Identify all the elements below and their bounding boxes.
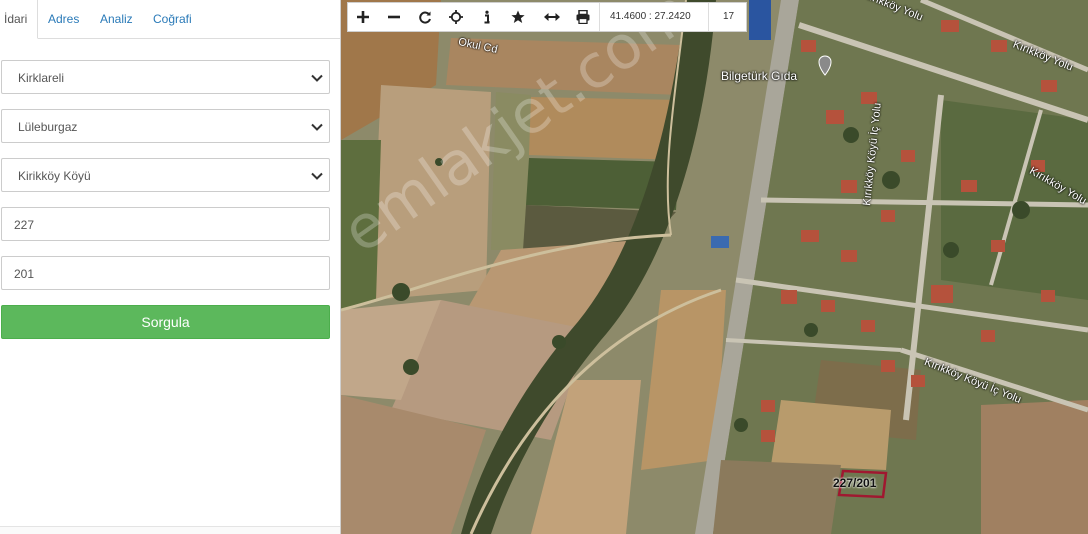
locate-icon (449, 10, 463, 24)
chevron-down-icon (311, 74, 323, 82)
query-button[interactable]: Sorgula (1, 305, 330, 339)
zoom-in-icon (357, 11, 369, 23)
chevron-down-icon (311, 172, 323, 180)
district-select[interactable]: Lüleburgaz (1, 109, 330, 143)
print-icon (576, 10, 590, 24)
tab-analiz[interactable]: Analiz (100, 0, 133, 39)
parcel-value: 201 (14, 267, 35, 281)
favorite-icon (511, 10, 525, 23)
district-value: Lüleburgaz (18, 120, 78, 134)
query-panel: İdari Adres Analiz Coğrafi Kirklareli Lü… (0, 0, 341, 534)
satellite-imagery (341, 0, 1088, 534)
parcel-label: 227/201 (833, 476, 877, 490)
zoom-out-button[interactable] (379, 3, 409, 31)
zoom-out-icon (388, 15, 400, 19)
map-toolbar: 41.4600 : 27.2420 17 (347, 2, 747, 32)
tab-idari[interactable]: İdari (0, 0, 38, 39)
parcel-input[interactable]: 201 (1, 256, 330, 290)
neighborhood-value: Kirikköy Köyü (18, 169, 91, 183)
refresh-icon (419, 11, 431, 24)
zoom-level: 17 (722, 11, 735, 22)
info-button[interactable] (472, 3, 502, 31)
map-view[interactable]: Okul Cd Kırıkköy Yolu Kırıkköy Yolu Kırı… (341, 0, 1088, 534)
coordinate-readout: 41.4600 : 27.2420 (599, 3, 709, 31)
block-input[interactable]: 227 (1, 207, 330, 241)
province-select[interactable]: Kirklareli (1, 60, 330, 94)
tab-adres[interactable]: Adres (48, 0, 79, 39)
locate-button[interactable] (441, 3, 471, 31)
print-button[interactable] (568, 3, 598, 31)
chevron-down-icon (311, 123, 323, 131)
measure-icon (544, 13, 560, 21)
map-label-bilgeturk: Bilgetürk Gıda (721, 69, 798, 83)
tab-bar: İdari Adres Analiz Coğrafi (0, 0, 340, 39)
block-value: 227 (14, 218, 35, 232)
refresh-button[interactable] (410, 3, 440, 31)
province-value: Kirklareli (18, 71, 65, 85)
panel-footer (0, 526, 340, 534)
favorite-button[interactable] (503, 3, 533, 31)
info-icon (484, 10, 490, 24)
tab-cografi[interactable]: Coğrafi (153, 0, 192, 39)
zoom-in-button[interactable] (348, 3, 378, 31)
measure-button[interactable] (536, 3, 566, 31)
neighborhood-select[interactable]: Kirikköy Köyü (1, 158, 330, 192)
